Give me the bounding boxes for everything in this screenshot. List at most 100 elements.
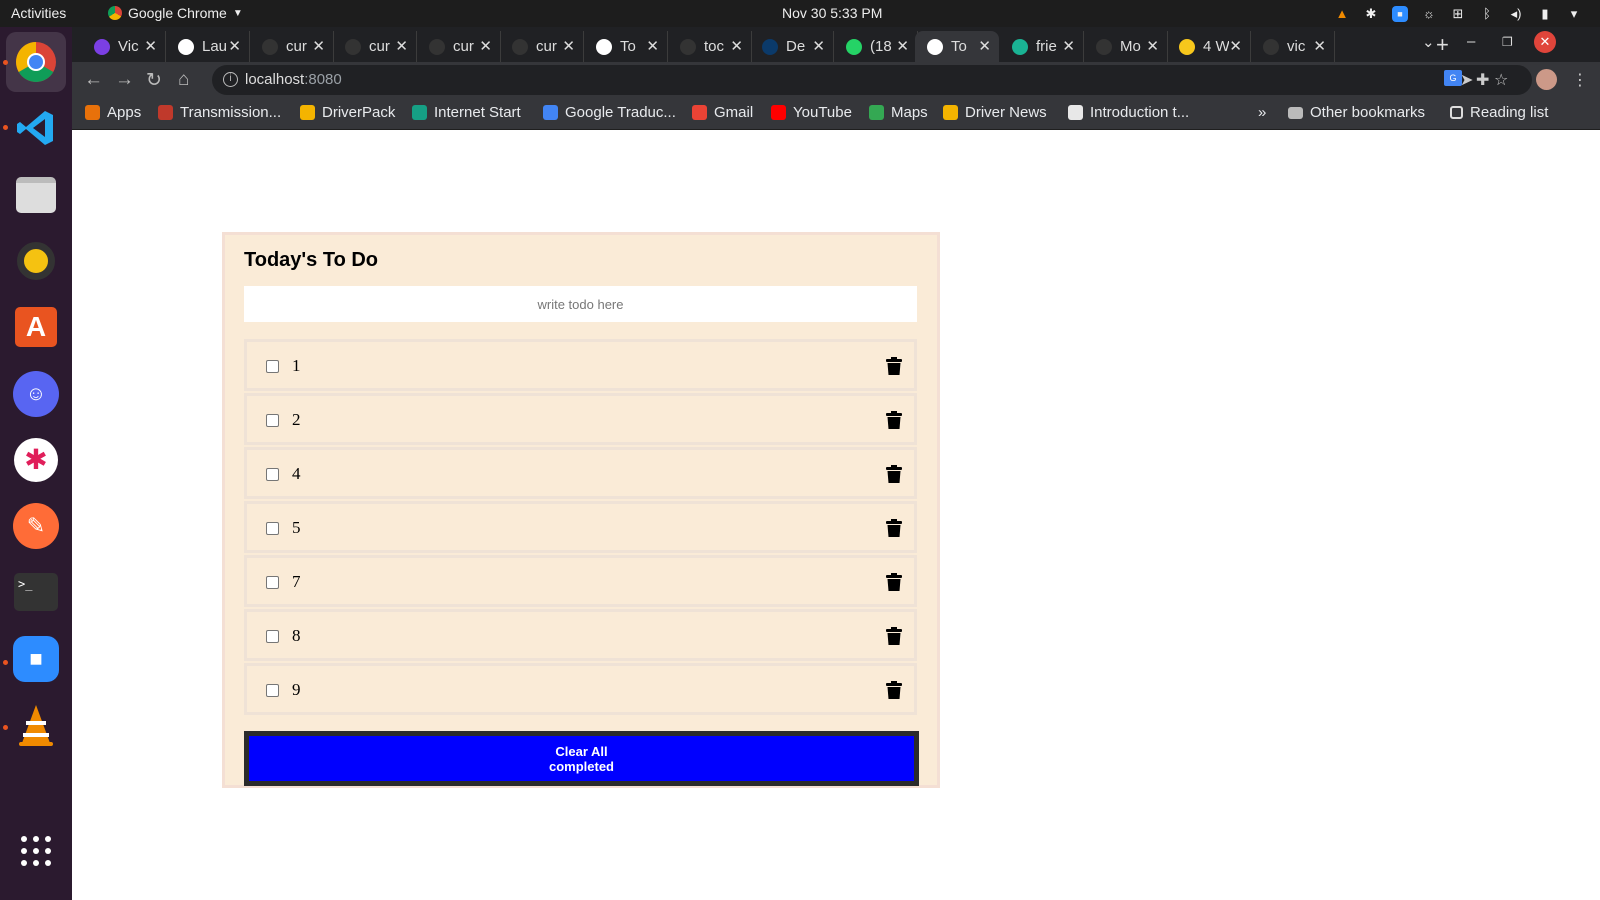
trash-icon[interactable] bbox=[886, 357, 902, 375]
power-menu-icon[interactable]: ▾ bbox=[1566, 6, 1582, 22]
tab-close-icon[interactable]: ✕ bbox=[896, 37, 909, 55]
bookmarks-overflow-icon[interactable]: » bbox=[1258, 104, 1266, 121]
tab-close-icon[interactable]: ✕ bbox=[479, 37, 492, 55]
bookmark-item[interactable]: DriverPack bbox=[300, 104, 395, 121]
tab-close-icon[interactable]: ✕ bbox=[730, 37, 743, 55]
trash-icon[interactable] bbox=[886, 573, 902, 591]
brightness-icon[interactable]: ☼ bbox=[1421, 6, 1437, 22]
browser-tab[interactable]: (18 ✕ bbox=[834, 31, 918, 62]
todo-checkbox[interactable] bbox=[266, 414, 279, 427]
network-icon[interactable]: ⊞ bbox=[1450, 6, 1466, 22]
back-button[interactable]: ← bbox=[84, 69, 103, 91]
bookmark-item[interactable]: Introduction t... bbox=[1068, 104, 1189, 121]
vscode-dock-icon[interactable] bbox=[12, 104, 60, 152]
close-window-button[interactable]: ✕ bbox=[1534, 31, 1556, 53]
trash-icon[interactable] bbox=[886, 411, 902, 429]
browser-tab[interactable]: Vic ✕ bbox=[82, 31, 166, 62]
clear-completed-button[interactable]: Clear All completed bbox=[244, 731, 919, 786]
tab-close-icon[interactable]: ✕ bbox=[812, 37, 825, 55]
reload-button[interactable]: ↻ bbox=[146, 69, 162, 92]
bookmark-item[interactable]: YouTube bbox=[771, 104, 852, 121]
tab-close-icon[interactable]: ✕ bbox=[395, 37, 408, 55]
browser-tab[interactable]: Mo ✕ bbox=[1084, 31, 1168, 62]
trash-icon[interactable] bbox=[886, 519, 902, 537]
todo-checkbox[interactable] bbox=[266, 630, 279, 643]
tab-close-icon[interactable]: ✕ bbox=[562, 37, 575, 55]
bookmark-item[interactable]: Google Traduc... bbox=[543, 104, 676, 121]
browser-tab[interactable]: Lau ✕ bbox=[166, 31, 250, 62]
tab-close-icon[interactable]: ✕ bbox=[228, 37, 241, 55]
postman-dock-icon[interactable]: ✎ bbox=[12, 502, 60, 550]
browser-tab[interactable]: 4 W ✕ bbox=[1167, 31, 1251, 62]
app-menu[interactable]: Google Chrome ▼ bbox=[108, 5, 243, 21]
tab-close-icon[interactable]: ✕ bbox=[978, 37, 991, 55]
tab-close-icon[interactable]: ✕ bbox=[646, 37, 659, 55]
tab-search-icon[interactable]: ⌄ bbox=[1422, 33, 1435, 51]
home-button[interactable]: ⌂ bbox=[178, 69, 189, 91]
tab-close-icon[interactable]: ✕ bbox=[1062, 37, 1075, 55]
address-bar[interactable]: i localhost:8080 ➤ ☆ bbox=[212, 65, 1532, 95]
todo-checkbox[interactable] bbox=[266, 576, 279, 589]
browser-tab[interactable]: De ✕ bbox=[750, 31, 834, 62]
tab-close-icon[interactable]: ✕ bbox=[1229, 37, 1242, 55]
rhythmbox-dock-icon[interactable] bbox=[12, 237, 60, 285]
site-info-icon[interactable]: i bbox=[223, 72, 238, 87]
browser-tab[interactable]: vic ✕ bbox=[1251, 31, 1335, 62]
todo-input[interactable] bbox=[244, 286, 917, 322]
battery-icon[interactable]: ▮ bbox=[1537, 6, 1553, 22]
activities-button[interactable]: Activities bbox=[11, 5, 66, 21]
tab-close-icon[interactable]: ✕ bbox=[144, 37, 157, 55]
new-tab-button[interactable]: + bbox=[1436, 32, 1449, 58]
zoom-tray-icon[interactable]: ■ bbox=[1392, 5, 1408, 22]
browser-tab[interactable]: cur ✕ bbox=[333, 31, 417, 62]
system-tray[interactable]: ▲ ✱ ■ ☼ ⊞ ᛒ ◂) ▮ ▾ bbox=[1334, 3, 1582, 24]
browser-tab[interactable]: cur ✕ bbox=[250, 31, 334, 62]
software-center-dock-icon[interactable]: A bbox=[12, 303, 60, 351]
bookmark-star-icon[interactable]: ☆ bbox=[1494, 70, 1508, 90]
tab-close-icon[interactable]: ✕ bbox=[1313, 37, 1326, 55]
chrome-menu-icon[interactable]: ⋮ bbox=[1572, 70, 1588, 90]
todo-checkbox[interactable] bbox=[266, 468, 279, 481]
vlc-dock-icon[interactable] bbox=[12, 701, 60, 749]
translate-extension-icon[interactable]: G bbox=[1444, 70, 1462, 86]
slack-tray-icon[interactable]: ✱ bbox=[1363, 6, 1379, 22]
reading-list[interactable]: Reading list bbox=[1450, 104, 1548, 121]
bookmark-item[interactable]: Apps bbox=[85, 104, 141, 121]
tab-close-icon[interactable]: ✕ bbox=[312, 37, 325, 55]
bookmark-item[interactable]: Transmission... bbox=[158, 104, 281, 121]
restore-button[interactable]: ❐ bbox=[1502, 35, 1513, 49]
todo-checkbox[interactable] bbox=[266, 684, 279, 697]
bookmark-item[interactable]: Driver News bbox=[943, 104, 1047, 121]
minimize-button[interactable]: – bbox=[1467, 33, 1475, 50]
other-bookmarks[interactable]: Other bookmarks bbox=[1288, 104, 1425, 121]
browser-tab[interactable]: To ✕ bbox=[584, 31, 668, 62]
discord-dock-icon[interactable]: ☺ bbox=[12, 370, 60, 418]
trash-icon[interactable] bbox=[886, 627, 902, 645]
vlc-tray-icon[interactable]: ▲ bbox=[1334, 6, 1350, 22]
browser-tab[interactable]: cur ✕ bbox=[417, 31, 501, 62]
browser-tab[interactable]: frie ✕ bbox=[1000, 31, 1084, 62]
todo-checkbox[interactable] bbox=[266, 360, 279, 373]
extensions-puzzle-icon[interactable]: ✚ bbox=[1476, 70, 1489, 90]
bluetooth-icon[interactable]: ᛒ bbox=[1479, 6, 1495, 22]
bookmark-item[interactable]: Maps bbox=[869, 104, 928, 121]
clock[interactable]: Nov 30 5:33 PM bbox=[782, 5, 882, 21]
chrome-dock-icon[interactable] bbox=[6, 32, 66, 92]
bookmark-item[interactable]: Gmail bbox=[692, 104, 753, 121]
browser-tab[interactable]: cur ✕ bbox=[500, 31, 584, 62]
browser-tab[interactable]: To ✕ bbox=[915, 31, 999, 62]
forward-button[interactable]: → bbox=[115, 69, 134, 91]
profile-avatar[interactable] bbox=[1536, 69, 1557, 90]
send-to-device-icon[interactable]: ➤ bbox=[1460, 70, 1473, 90]
todo-checkbox[interactable] bbox=[266, 522, 279, 535]
bookmark-item[interactable]: Internet Start bbox=[412, 104, 521, 121]
volume-icon[interactable]: ◂) bbox=[1508, 6, 1524, 22]
slack-dock-icon[interactable]: ✱ bbox=[12, 436, 60, 484]
files-dock-icon[interactable] bbox=[12, 171, 60, 219]
browser-tab[interactable]: toc ✕ bbox=[668, 31, 752, 62]
tab-close-icon[interactable]: ✕ bbox=[1146, 37, 1159, 55]
zoom-dock-icon[interactable]: ■ bbox=[12, 635, 60, 683]
show-apps-icon[interactable] bbox=[12, 827, 60, 875]
trash-icon[interactable] bbox=[886, 465, 902, 483]
terminal-dock-icon[interactable]: >_ bbox=[12, 568, 60, 616]
